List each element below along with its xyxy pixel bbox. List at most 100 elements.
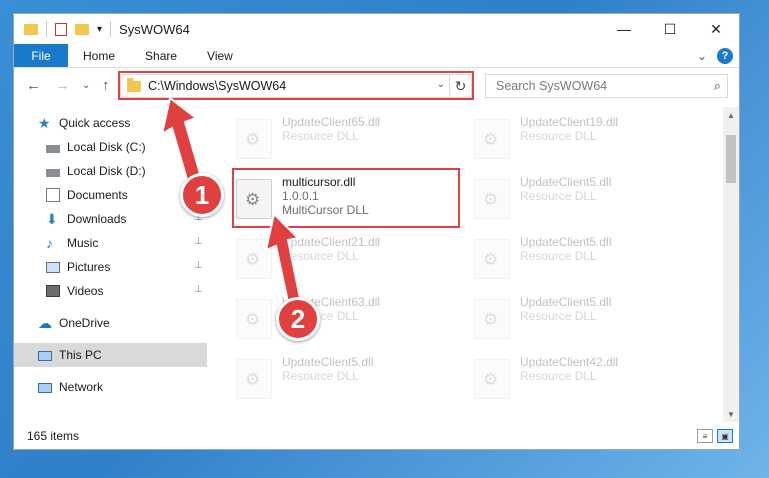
file-item[interactable]: UpdateClient65.dllResource DLL (236, 115, 380, 167)
file-item[interactable]: UpdateClient5.dllResource DLL (474, 295, 611, 347)
sidebar-item-label: OneDrive (59, 316, 110, 330)
file-description: Resource DLL (520, 369, 597, 383)
downloads-icon: ⬇ (46, 211, 58, 227)
sidebar-item-local-disk-d[interactable]: Local Disk (D:) (46, 159, 146, 183)
file-description: Resource DLL (520, 129, 597, 143)
search-input[interactable]: Search SysWOW64 ⌕ (485, 74, 728, 98)
drive-icon (46, 144, 60, 153)
close-button[interactable]: ✕ (693, 14, 739, 44)
sidebar-item-this-pc[interactable]: This PC (14, 343, 207, 367)
sidebar-item-local-disk-c[interactable]: Local Disk (C:) (46, 135, 146, 159)
sidebar-item-label: Downloads (67, 212, 127, 226)
network-icon (38, 382, 52, 393)
sidebar-item-videos[interactable]: Videos (46, 279, 103, 303)
folder-icon (24, 23, 38, 35)
dll-file-icon (474, 299, 510, 339)
videos-icon (46, 285, 60, 297)
properties-icon[interactable] (55, 22, 67, 36)
ribbon-tabs: File Home Share View ⌄ ? (14, 44, 739, 68)
file-name: UpdateClient65.dll (282, 115, 381, 129)
up-icon[interactable]: ↑ (102, 77, 110, 94)
sidebar-item-quick-access[interactable]: ★ Quick access (38, 111, 130, 135)
help-icon[interactable]: ? (717, 48, 733, 64)
dll-file-icon (236, 299, 272, 339)
maximize-button[interactable]: ☐ (647, 14, 693, 44)
file-highlight-box (232, 168, 460, 228)
sidebar-item-label: Network (59, 380, 104, 394)
step-1-badge: 1 (180, 173, 224, 217)
sidebar-item-pictures[interactable]: Pictures (46, 255, 110, 279)
dll-file-icon (236, 359, 272, 399)
tab-home[interactable]: Home (68, 44, 130, 67)
step-2-badge: 2 (276, 297, 320, 341)
file-name: UpdateClient21.dll (282, 235, 381, 249)
file-name: UpdateClient42.dll (520, 355, 619, 369)
file-item[interactable]: UpdateClient21.dllResource DLL (236, 235, 380, 287)
file-description: Resource DLL (282, 129, 359, 143)
expand-ribbon-icon[interactable]: ⌄ (697, 49, 707, 63)
sidebar-item-downloads[interactable]: ⬇ Downloads (46, 207, 126, 231)
tab-share[interactable]: Share (130, 44, 192, 67)
dll-file-icon (474, 359, 510, 399)
dll-file-icon (236, 239, 272, 279)
documents-icon (46, 188, 60, 202)
sidebar-item-label: Documents (67, 188, 128, 202)
file-item[interactable]: UpdateClient5.dllResource DLL (474, 235, 611, 287)
forward-icon[interactable]: → (55, 77, 70, 94)
file-item[interactable]: UpdateClient5.dllResource DLL (474, 175, 611, 227)
dll-file-icon (474, 179, 510, 219)
file-name: UpdateClient5.dll (520, 295, 612, 309)
file-description: Resource DLL (282, 369, 359, 383)
ribbon-right: ⌄ ? (697, 48, 733, 64)
large-icons-view-icon[interactable]: ▣ (717, 429, 733, 443)
scroll-up-icon[interactable]: ▲ (723, 107, 739, 123)
file-name: UpdateClient5.dll (520, 175, 612, 189)
sidebar-item-onedrive[interactable]: ☁ OneDrive (38, 311, 110, 335)
divider (110, 21, 112, 37)
file-item[interactable]: UpdateClient42.dllResource DLL (474, 355, 618, 407)
tab-file[interactable]: File (14, 44, 68, 67)
file-name: UpdateClient5.dll (282, 355, 374, 369)
new-folder-icon[interactable] (75, 23, 89, 35)
details-view-icon[interactable]: ≡ (697, 429, 713, 443)
file-description: Resource DLL (520, 249, 597, 263)
vertical-scrollbar[interactable]: ▲ ▼ (723, 107, 739, 422)
file-description: Resource DLL (520, 189, 597, 203)
navigation-pane: ★ Quick access Local Disk (C:) Local Dis… (14, 107, 209, 422)
sidebar-item-label: Local Disk (C:) (67, 140, 146, 154)
star-icon: ★ (38, 115, 51, 131)
divider (46, 21, 47, 37)
dll-file-icon (236, 119, 272, 159)
scroll-thumb[interactable] (726, 135, 736, 183)
minimize-button[interactable]: — (601, 14, 647, 44)
address-highlight-box (118, 71, 474, 100)
scroll-down-icon[interactable]: ▼ (723, 406, 739, 422)
cloud-icon: ☁ (38, 315, 52, 331)
customize-toolbar-icon[interactable]: ▾ (97, 24, 102, 35)
back-icon[interactable]: ← (26, 77, 41, 94)
view-switcher: ≡ ▣ (697, 429, 733, 443)
sidebar-item-label: This PC (59, 348, 102, 362)
search-placeholder: Search SysWOW64 (496, 79, 608, 93)
file-list: UpdateClient65.dllResource DLL UpdateCli… (224, 107, 729, 422)
pin-icon: ⊥ (194, 260, 203, 271)
file-item[interactable]: UpdateClient19.dllResource DLL (474, 115, 618, 167)
dll-file-icon (474, 239, 510, 279)
sidebar-item-network[interactable]: Network (38, 375, 103, 399)
sidebar-item-documents[interactable]: Documents (46, 183, 128, 207)
quick-access-toolbar: ▾ (14, 21, 112, 37)
status-bar: 165 items ≡ ▣ (14, 423, 739, 449)
file-item[interactable]: UpdateClient5.dllResource DLL (236, 355, 373, 407)
sidebar-item-label: Local Disk (D:) (67, 164, 146, 178)
music-icon: ♪ (46, 235, 53, 251)
file-description: Resource DLL (520, 309, 597, 323)
tab-view[interactable]: View (192, 44, 248, 67)
file-description: Resource DLL (282, 249, 359, 263)
drive-icon (46, 168, 60, 177)
search-icon[interactable]: ⌕ (714, 78, 721, 94)
dll-file-icon (474, 119, 510, 159)
sidebar-item-music[interactable]: ♪ Music (46, 231, 98, 255)
pin-icon: ⊥ (194, 284, 203, 295)
recent-locations-icon[interactable]: ⌄ (82, 80, 90, 91)
sidebar-item-label: Pictures (67, 260, 111, 274)
